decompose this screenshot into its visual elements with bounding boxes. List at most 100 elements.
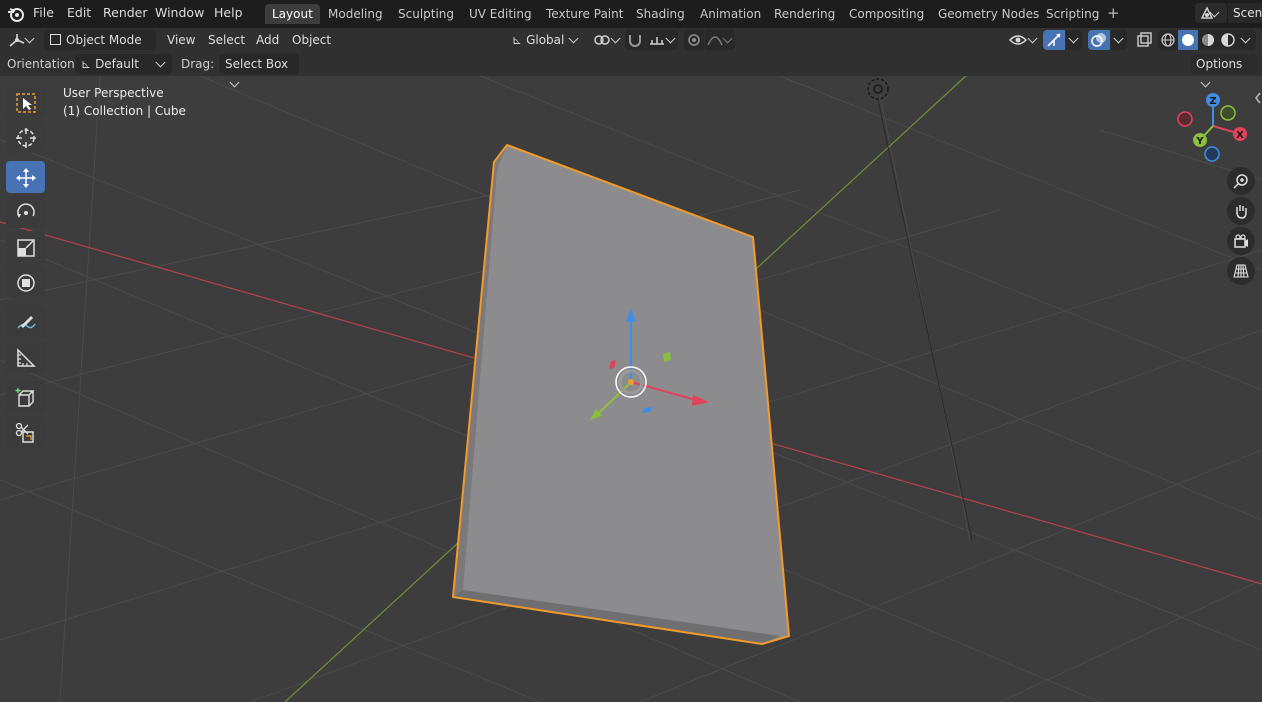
- y-axis-label: Y: [1195, 136, 1204, 147]
- overlays-toggle[interactable]: [1088, 30, 1110, 50]
- orientation-label: Orientation:: [7, 57, 79, 71]
- scissors-cube-icon: [15, 422, 34, 443]
- material-sphere-icon: [1202, 34, 1214, 46]
- pivot-point-selector[interactable]: [591, 31, 621, 49]
- shading-solid-button[interactable]: [1178, 30, 1198, 50]
- snap-toggle[interactable]: [625, 30, 645, 50]
- hand-icon: [1236, 205, 1247, 219]
- measure-ruler-icon: [17, 348, 36, 367]
- knife-tool[interactable]: [6, 416, 45, 448]
- mode-selector[interactable]: Object Mode: [44, 30, 156, 64]
- annotate-pencil-icon: [17, 316, 36, 329]
- menu-object[interactable]: Object: [292, 31, 331, 49]
- editor-type-selector[interactable]: [6, 30, 40, 50]
- tab-texture-paint[interactable]: Texture Paint: [539, 4, 630, 24]
- tab-uv-editing[interactable]: UV Editing: [462, 4, 539, 24]
- tab-rendering[interactable]: Rendering: [767, 4, 842, 24]
- visibility-selector[interactable]: [1008, 30, 1040, 50]
- snap-target-selector[interactable]: [646, 30, 678, 50]
- perspective-toggle-button[interactable]: [1227, 257, 1255, 285]
- cursor-tool[interactable]: [6, 121, 45, 153]
- orientation-icon: ⊾: [81, 57, 92, 71]
- scale-tool[interactable]: [6, 231, 45, 263]
- menu-window[interactable]: Window: [155, 5, 204, 20]
- menu-select[interactable]: Select: [208, 31, 245, 49]
- shading-options-selector[interactable]: [1238, 30, 1256, 50]
- tab-scripting[interactable]: Scripting: [1039, 4, 1106, 24]
- tab-animation[interactable]: Animation: [693, 4, 768, 24]
- tab-shading[interactable]: Shading: [629, 4, 692, 24]
- object-mode-icon: [50, 34, 61, 45]
- menu-file[interactable]: File: [33, 5, 54, 20]
- wireframe-sphere-icon: [1161, 33, 1175, 47]
- scene-name-field[interactable]: Scene: [1228, 3, 1262, 23]
- snap-increment-icon: [650, 37, 664, 45]
- scene-selector[interactable]: [1195, 3, 1227, 23]
- orientation-axes-icon: ⊾: [512, 33, 523, 47]
- rotate-icon: [17, 203, 35, 218]
- add-cube-tool[interactable]: [6, 381, 45, 413]
- viewport-collection-label: (1) Collection | Cube: [63, 104, 186, 118]
- tab-layout[interactable]: Layout: [265, 4, 320, 24]
- camera-view-button[interactable]: [1227, 227, 1255, 255]
- tab-geometry-nodes[interactable]: Geometry Nodes: [931, 4, 1046, 24]
- viewport-3d[interactable]: [0, 0, 1262, 702]
- shading-wireframe-button[interactable]: [1158, 30, 1178, 50]
- navigation-gizmo[interactable]: X Z Y: [1174, 90, 1254, 170]
- neg-z-axis-ball[interactable]: [1204, 146, 1220, 162]
- rotate-tool[interactable]: [6, 196, 45, 228]
- rendered-sphere-icon: [1221, 33, 1235, 47]
- proportional-falloff-selector[interactable]: [705, 30, 735, 50]
- select-box-icon: [16, 93, 36, 113]
- viewport-header: Object Mode View Select Add Object ⊾ Glob…: [0, 28, 1262, 64]
- tab-sculpting[interactable]: Sculpting: [391, 4, 461, 24]
- orientation-value: Default: [95, 57, 139, 71]
- transform-orientation-selector[interactable]: ⊾ Global: [506, 30, 586, 50]
- drag-label: Drag:: [181, 57, 215, 71]
- measure-tool[interactable]: [6, 341, 45, 373]
- zoom-icon: [1233, 174, 1248, 189]
- add-cube-icon: [15, 388, 35, 407]
- neg-x-axis-ball[interactable]: [1177, 111, 1193, 127]
- scale-icon: [17, 239, 35, 257]
- tab-modeling[interactable]: Modeling: [321, 4, 390, 24]
- tab-compositing[interactable]: Compositing: [842, 4, 931, 24]
- menu-view[interactable]: View: [167, 31, 195, 49]
- tool-options-bar: Orientation: ⊾ Default Drag: Select Box O…: [0, 52, 1262, 88]
- add-workspace-icon[interactable]: +: [1107, 4, 1120, 22]
- menu-edit[interactable]: Edit: [67, 5, 91, 20]
- blender-logo-icon[interactable]: [6, 4, 26, 24]
- transform-orientation-label: Global: [526, 33, 565, 47]
- z-axis-label: Z: [1209, 96, 1216, 107]
- select-box-tool[interactable]: [6, 86, 45, 118]
- solid-sphere-icon: [1182, 34, 1194, 46]
- neg-y-axis-ball[interactable]: [1220, 105, 1236, 121]
- move-tool[interactable]: [6, 161, 45, 193]
- drag-selector[interactable]: Select Box: [219, 54, 299, 88]
- shading-material-button[interactable]: [1198, 30, 1218, 50]
- eye-icon: [1009, 35, 1027, 45]
- annotate-tool[interactable]: [6, 306, 45, 338]
- pan-button[interactable]: [1227, 197, 1255, 225]
- zoom-button[interactable]: [1227, 167, 1255, 195]
- mode-label: Object Mode: [66, 33, 142, 47]
- menu-help[interactable]: Help: [214, 5, 243, 20]
- shading-rendered-button[interactable]: [1218, 30, 1238, 50]
- orientation-selector[interactable]: ⊾ Default: [75, 54, 172, 74]
- gizmo-toggle[interactable]: [1043, 30, 1065, 50]
- transform-tool[interactable]: [6, 266, 45, 298]
- proportional-editing-toggle[interactable]: [684, 30, 704, 50]
- proportional-icon: [688, 34, 700, 46]
- xray-toggle[interactable]: [1134, 30, 1154, 50]
- overlays-options-selector[interactable]: [1111, 30, 1127, 50]
- menu-add[interactable]: Add: [256, 31, 279, 49]
- options-label: Options: [1196, 57, 1243, 71]
- drag-value: Select Box: [225, 57, 289, 71]
- move-icon: [16, 168, 36, 188]
- gizmo-options-selector[interactable]: [1066, 30, 1082, 50]
- pivot-icon: [594, 35, 610, 45]
- options-dropdown[interactable]: Options: [1190, 54, 1257, 88]
- sidebar-toggle-icon[interactable]: [1254, 92, 1262, 104]
- top-menu-bar: File Edit Render Window Help Layout Mode…: [0, 0, 1262, 28]
- menu-render[interactable]: Render: [103, 5, 148, 20]
